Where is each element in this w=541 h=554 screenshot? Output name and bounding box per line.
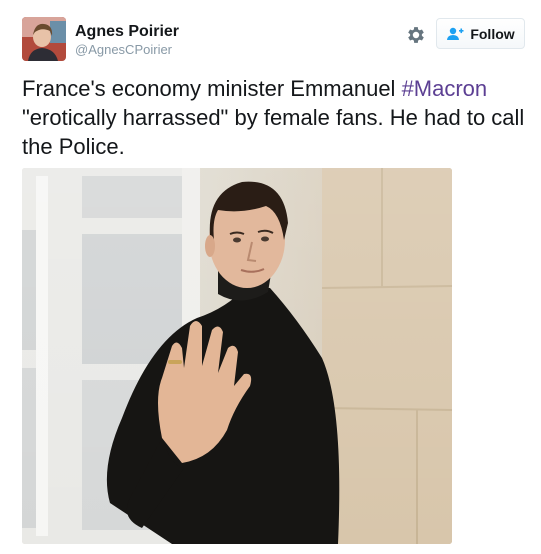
tweet-text: France's economy minister Emmanuel #Macr…	[22, 74, 527, 161]
tweet-text-after: "erotically harrassed" by female fans. H…	[22, 105, 525, 159]
follow-label: Follow	[470, 25, 515, 42]
tweet-photo[interactable]	[22, 168, 452, 544]
hashtag-link[interactable]: #Macron	[402, 76, 488, 101]
add-user-icon	[446, 27, 464, 41]
author-name[interactable]: Agnes Poirier	[75, 23, 179, 41]
author-handle[interactable]: @AgnesCPoirier	[75, 42, 172, 57]
gear-icon[interactable]	[405, 24, 427, 46]
avatar[interactable]	[22, 17, 66, 61]
tweet-text-before: France's economy minister Emmanuel	[22, 76, 402, 101]
follow-button[interactable]: Follow	[436, 18, 525, 49]
